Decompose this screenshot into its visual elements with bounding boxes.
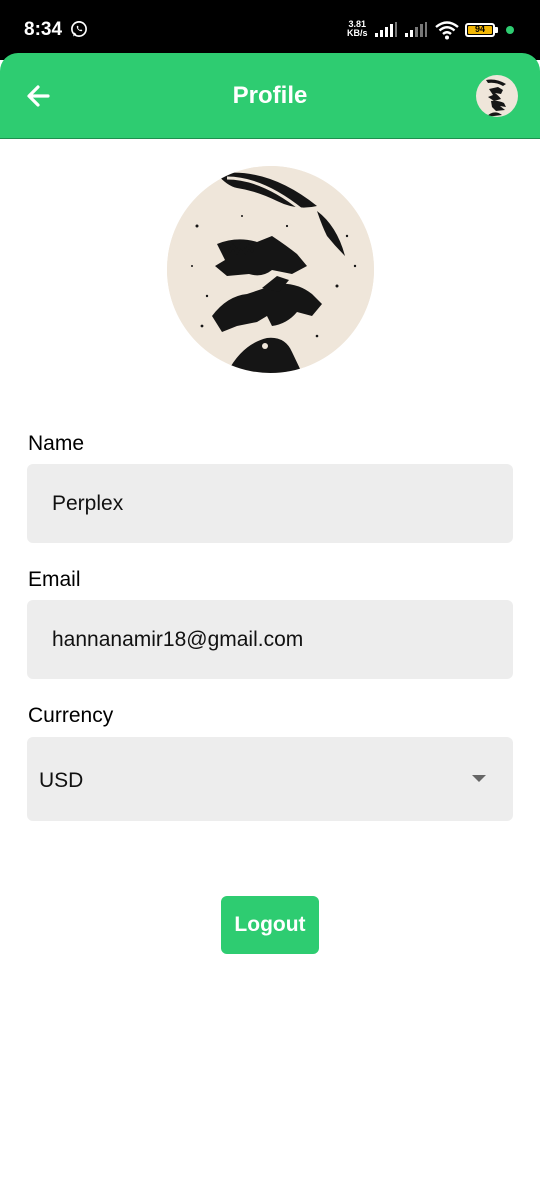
network-speed-unit: KB/s xyxy=(347,28,368,38)
email-label: Email xyxy=(28,568,81,591)
battery-level: 94 xyxy=(474,24,485,34)
page-title: Profile xyxy=(232,82,308,109)
status-bar: 8:34 3.81 KB/s 94 xyxy=(0,0,540,60)
wifi-icon xyxy=(435,21,459,40)
profile-artwork-icon xyxy=(167,166,374,373)
battery-icon: 94 xyxy=(465,23,495,37)
currency-label: Currency xyxy=(28,704,114,727)
name-label: Name xyxy=(28,432,85,455)
name-field[interactable]: Perplex xyxy=(27,464,513,543)
logout-button[interactable]: Logout xyxy=(221,896,319,954)
avatar-artwork-icon xyxy=(486,79,506,117)
signal-icon-2 xyxy=(405,22,427,37)
currency-value: USD xyxy=(39,769,84,792)
app-bar: Profile xyxy=(0,53,540,139)
email-value: hannanamir18@gmail.com xyxy=(52,628,304,651)
chevron-down-icon[interactable] xyxy=(472,775,486,782)
notification-dot xyxy=(506,26,514,34)
profile-avatar[interactable] xyxy=(167,166,374,373)
status-time: 8:34 xyxy=(24,19,63,40)
email-field[interactable]: hannanamir18@gmail.com xyxy=(27,600,513,679)
signal-icon xyxy=(375,22,397,37)
currency-select[interactable]: USD xyxy=(27,737,513,821)
network-speed: 3.81 KB/s xyxy=(347,20,368,38)
avatar[interactable] xyxy=(476,75,518,117)
whatsapp-icon xyxy=(71,21,87,37)
name-value: Perplex xyxy=(52,492,124,515)
battery-tip xyxy=(495,27,498,33)
